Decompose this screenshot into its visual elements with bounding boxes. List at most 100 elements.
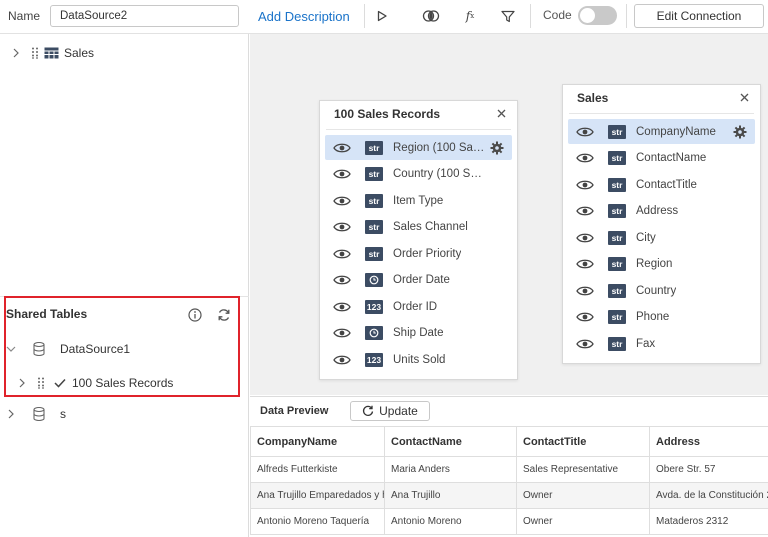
eye-icon[interactable] [576, 126, 594, 138]
field-row[interactable]: str CompanyName [568, 119, 755, 144]
name-label: Name [8, 9, 41, 23]
checkmark-icon [54, 378, 66, 388]
eye-icon[interactable] [333, 248, 351, 260]
field-row[interactable]: str Sales Channel [325, 215, 512, 240]
eye-icon[interactable] [576, 258, 594, 270]
table-cell[interactable]: Maria Anders [384, 456, 517, 483]
table-cell[interactable]: Ana Trujillo Emparedados y helados [250, 482, 385, 509]
tree-item-datasource1[interactable]: DataSource1 [5, 342, 130, 356]
drag-handle-icon[interactable] [32, 47, 40, 59]
update-button[interactable]: Update [350, 401, 430, 421]
code-toggle[interactable] [578, 6, 617, 25]
string-type-badge: str [608, 124, 626, 139]
field-name: ContactTitle [636, 178, 697, 191]
tree-item-100-sales-records[interactable]: 100 Sales Records [16, 376, 173, 390]
name-input[interactable] [50, 5, 239, 27]
table-cell[interactable]: Mataderos 2312 [649, 508, 768, 535]
info-icon[interactable] [187, 307, 203, 323]
field-row[interactable]: 123 Order ID [325, 294, 512, 319]
table-cell[interactable]: Owner [516, 508, 650, 535]
eye-icon[interactable] [576, 179, 594, 191]
table-card-sales[interactable]: Sales str CompanyName str ContactName str Con… [562, 84, 761, 364]
eye-icon[interactable] [576, 338, 594, 350]
field-name: City [636, 231, 656, 244]
design-canvas[interactable]: 100 Sales Records str Region (100 Sale… st… [250, 34, 768, 395]
database-icon [33, 407, 45, 421]
tree-item-s[interactable]: s [5, 407, 66, 421]
eye-icon[interactable] [576, 285, 594, 297]
field-name: Sales Channel [393, 221, 468, 233]
table-cell[interactable]: Antonio Moreno [384, 508, 517, 535]
data-preview-grid[interactable]: CompanyName ContactName ContactTitle Add… [250, 426, 768, 537]
field-row[interactable]: Order Date [325, 268, 512, 293]
field-row[interactable]: str Country [568, 278, 755, 303]
field-row[interactable]: str Region [568, 252, 755, 277]
eye-icon[interactable] [333, 274, 351, 286]
add-description-link[interactable]: Add Description [258, 9, 350, 24]
string-type-badge: str [365, 140, 383, 155]
table-cell[interactable]: Obere Str. 57 [649, 456, 768, 483]
table-cell[interactable]: Sales Representative [516, 456, 650, 483]
eye-icon[interactable] [333, 301, 351, 313]
field-row[interactable]: str City [568, 225, 755, 250]
column-header[interactable]: ContactName [384, 426, 517, 457]
column-header[interactable]: CompanyName [250, 426, 385, 457]
gear-icon[interactable] [733, 125, 747, 139]
field-row[interactable]: str Item Type [325, 188, 512, 213]
eye-icon[interactable] [333, 142, 351, 154]
card-title: Sales [577, 91, 609, 105]
column-header[interactable]: ContactTitle [516, 426, 650, 457]
play-icon[interactable] [371, 6, 393, 26]
field-row[interactable]: 123 Units Sold [325, 347, 512, 372]
field-row[interactable]: str Phone [568, 305, 755, 330]
field-row[interactable]: str Country (100 Sale… [325, 162, 512, 187]
gear-icon[interactable] [490, 141, 504, 155]
number-type-badge: 123 [365, 299, 383, 314]
table-cell[interactable]: Antonio Moreno Taquería [250, 508, 385, 535]
eye-icon[interactable] [576, 311, 594, 323]
field-row[interactable]: str Order Priority [325, 241, 512, 266]
eye-icon[interactable] [333, 195, 351, 207]
eye-icon[interactable] [333, 354, 351, 366]
chevron-right-icon[interactable] [5, 408, 17, 420]
field-row[interactable]: str ContactTitle [568, 172, 755, 197]
string-type-badge: str [608, 336, 626, 351]
close-icon[interactable] [738, 91, 750, 103]
chevron-right-icon[interactable] [16, 377, 28, 389]
grid-header-row: CompanyName ContactName ContactTitle Add… [250, 426, 768, 457]
eye-icon[interactable] [576, 232, 594, 244]
eye-icon[interactable] [333, 327, 351, 339]
tree-item-sales[interactable]: Sales [10, 46, 94, 60]
eye-icon[interactable] [576, 152, 594, 164]
join-icon[interactable] [420, 6, 442, 26]
eye-icon[interactable] [576, 205, 594, 217]
chevron-right-icon[interactable] [10, 47, 22, 59]
field-row[interactable]: str Address [568, 199, 755, 224]
table-cell[interactable]: Owner [516, 482, 650, 509]
table-cell[interactable]: Avda. de la Constitución 2222 [649, 482, 768, 509]
string-type-badge: str [608, 310, 626, 324]
table-cell[interactable]: Ana Trujillo [384, 482, 517, 509]
field-name: Item Type [393, 194, 444, 207]
refresh-icon[interactable] [216, 307, 232, 323]
chevron-down-icon[interactable] [5, 343, 17, 355]
field-row[interactable]: str Region (100 Sale… [325, 135, 512, 160]
data-preview-title: Data Preview [260, 405, 329, 417]
drag-handle-icon[interactable] [38, 377, 46, 389]
close-icon[interactable] [495, 107, 507, 119]
filter-icon[interactable] [497, 6, 519, 26]
field-row[interactable]: str Fax [568, 331, 755, 356]
field-row[interactable]: str ContactName [568, 146, 755, 171]
eye-icon[interactable] [333, 221, 351, 233]
column-header[interactable]: Address [649, 426, 768, 457]
code-label: Code [543, 8, 572, 22]
edit-connection-button[interactable]: Edit Connection [634, 4, 764, 28]
field-name: Region (100 Sale… [393, 141, 486, 154]
eye-icon[interactable] [333, 168, 351, 180]
string-type-badge: str [608, 257, 626, 271]
table-cell[interactable]: Alfreds Futterkiste [250, 456, 385, 483]
date-type-icon [365, 273, 383, 287]
table-card-100-sales-records[interactable]: 100 Sales Records str Region (100 Sale… st… [319, 100, 518, 380]
formula-icon[interactable]: fx [459, 6, 481, 26]
field-row[interactable]: Ship Date [325, 321, 512, 346]
